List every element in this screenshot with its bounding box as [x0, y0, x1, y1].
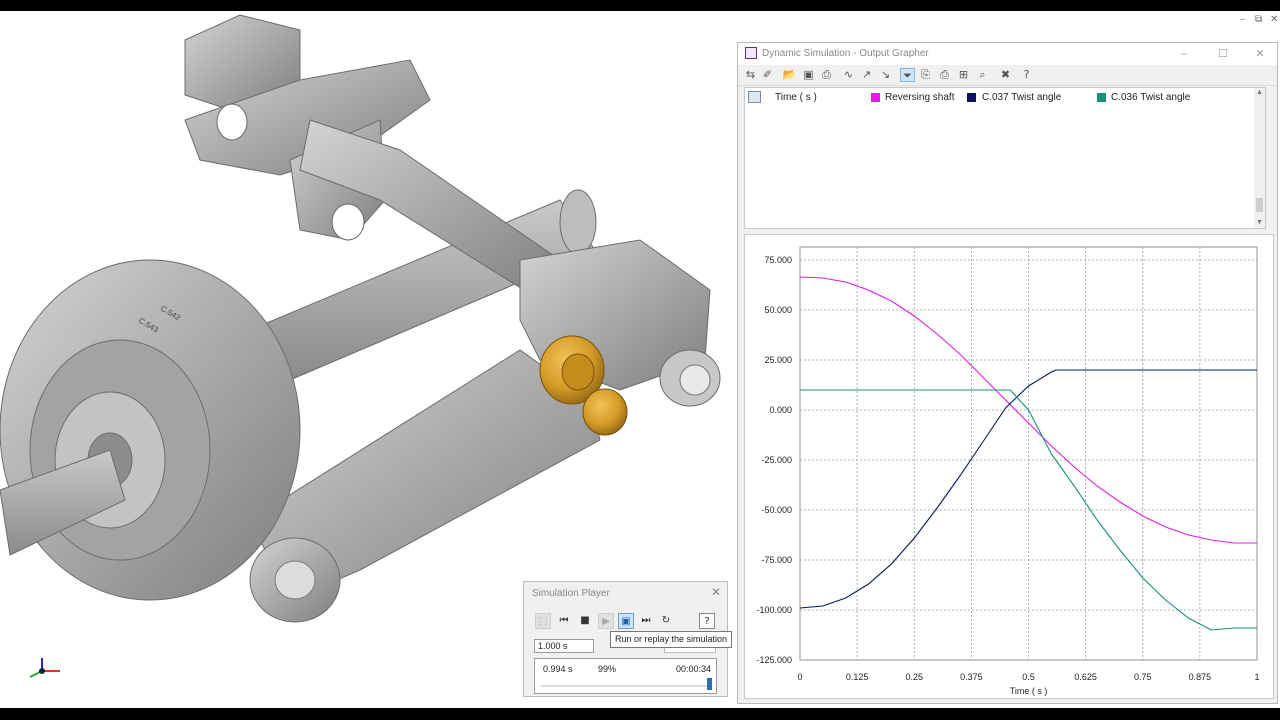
y-tick-label: 75.000: [764, 255, 792, 265]
y-tick-label: -25.000: [761, 455, 792, 465]
output-grapher-window[interactable]: Dynamic Simulation - Output Grapher – ☐ …: [737, 42, 1278, 704]
y-tick-label: -125.000: [756, 655, 792, 665]
end-time-field[interactable]: 1.000 s: [534, 639, 594, 653]
x-tick-label: 0.125: [846, 672, 869, 682]
series-label-c036[interactable]: C.036 Twist angle: [1111, 92, 1190, 103]
progress-track[interactable]: [541, 685, 711, 687]
eraser-icon[interactable]: ✐: [760, 68, 775, 82]
run-tooltip: Run or replay the simulation: [610, 631, 733, 648]
play-button[interactable]: ▶: [598, 613, 614, 629]
player-close-icon[interactable]: ✕: [711, 585, 721, 599]
automatic-icon[interactable]: ⇆: [743, 68, 758, 82]
x-tick-label: 0.25: [905, 672, 923, 682]
elapsed-time: 00:00:34: [675, 664, 711, 674]
fit-icon[interactable]: ⊞: [956, 68, 971, 82]
progress-percent: 99%: [598, 664, 617, 674]
scroll-thumb[interactable]: [1256, 198, 1263, 212]
series-label-reversing-shaft[interactable]: Reversing shaft: [885, 92, 954, 103]
help-icon[interactable]: ?: [1019, 68, 1034, 82]
stop-button[interactable]: ■: [577, 613, 593, 629]
y-tick-label: 25.000: [764, 355, 792, 365]
top-bar: [0, 0, 1280, 11]
bottom-bar: [0, 708, 1280, 720]
x-tick-label: 0.875: [1189, 672, 1212, 682]
x-tick-label: 0.375: [960, 672, 983, 682]
maximize-icon[interactable]: ☐: [1208, 46, 1238, 62]
output-chart: 0 0.125 0.25 0.375 0.5 0.625 0.75 0.875 1 75.000 5…: [756, 246, 1260, 696]
app-close-icon[interactable]: ✕: [1270, 14, 1278, 25]
player-title: Simulation Player: [532, 588, 610, 599]
app-minimize-icon[interactable]: –: [1240, 14, 1245, 25]
plot-area[interactable]: 0 0.125 0.25 0.375 0.5 0.625 0.75 0.875 1 75.000 5…: [744, 234, 1274, 699]
curve-max-icon[interactable]: ↘: [878, 68, 893, 82]
y-tick-label: -75.000: [761, 555, 792, 565]
current-time: 0.994 s: [543, 664, 573, 674]
legend-time-label: Time ( s ): [775, 92, 817, 103]
x-axis-label: Time ( s ): [1010, 686, 1048, 696]
series-swatch-reversing-shaft: [871, 93, 880, 102]
help-button[interactable]: ?: [699, 613, 715, 629]
x-tick-label: 1: [1254, 672, 1259, 682]
loop-button[interactable]: ↻: [658, 613, 674, 629]
excel-icon[interactable]: ✖: [998, 68, 1013, 82]
filter-icon[interactable]: ⏷: [900, 68, 915, 82]
close-icon[interactable]: ✕: [1245, 46, 1275, 62]
x-tick-label: 0.625: [1074, 672, 1097, 682]
run-button[interactable]: ▣: [618, 613, 634, 629]
construction-mode-button[interactable]: ⬚: [535, 613, 551, 629]
curve-min-icon[interactable]: ↗: [859, 68, 874, 82]
curve-icon[interactable]: ∿: [841, 68, 856, 82]
y-tick-label: 0.000: [769, 405, 792, 415]
series-swatch-c037: [967, 93, 976, 102]
scroll-down-icon[interactable]: ▼: [1256, 219, 1263, 226]
coordinate-triad-icon: [29, 658, 60, 678]
x-tick-label: 0.5: [1022, 672, 1035, 682]
x-tick-label: 0.75: [1134, 672, 1152, 682]
y-tick-label: -50.000: [761, 505, 792, 515]
progress-slider-thumb[interactable]: [706, 678, 712, 690]
print-icon[interactable]: ⎙: [937, 68, 952, 82]
grapher-toolbar: ⇆ ✐ 📂 ▣ ⎙ ∿ ↗ ↘ ⏷ ⎘ ⎙ ⊞ ⌕ ✖?: [738, 65, 1277, 86]
rewind-button[interactable]: ⏮: [556, 613, 572, 629]
y-tick-label: 50.000: [764, 305, 792, 315]
save-icon[interactable]: ▣: [801, 68, 816, 82]
series-swatch-c036: [1097, 93, 1106, 102]
export-icon[interactable]: ⎙: [819, 68, 834, 82]
minimize-icon[interactable]: –: [1169, 46, 1199, 62]
app-restore-icon[interactable]: ⧉: [1255, 14, 1262, 25]
x-tick-label: 0: [797, 672, 802, 682]
scroll-up-icon[interactable]: ▲: [1256, 89, 1263, 96]
legend-scrollbar[interactable]: ▲ ▼: [1254, 88, 1265, 228]
y-tick-label: -100.000: [756, 605, 792, 615]
grapher-logo-icon: [745, 47, 757, 59]
go-to-end-button[interactable]: ⏭: [638, 613, 654, 629]
series-label-c037[interactable]: C.037 Twist angle: [982, 92, 1061, 103]
grapher-title-bar[interactable]: Dynamic Simulation - Output Grapher – ☐ …: [738, 43, 1277, 65]
grapher-title: Dynamic Simulation - Output Grapher: [762, 48, 929, 59]
table-icon: [748, 91, 761, 103]
legend-panel: Time ( s ) Reversing shaft C.037 Twist a…: [744, 87, 1266, 229]
zoom-icon[interactable]: ⌕: [975, 68, 990, 82]
copy-icon[interactable]: ⎘: [918, 68, 933, 82]
open-folder-icon[interactable]: 📂: [782, 68, 797, 82]
player-status: 0.994 s 99% 00:00:34: [534, 658, 717, 694]
